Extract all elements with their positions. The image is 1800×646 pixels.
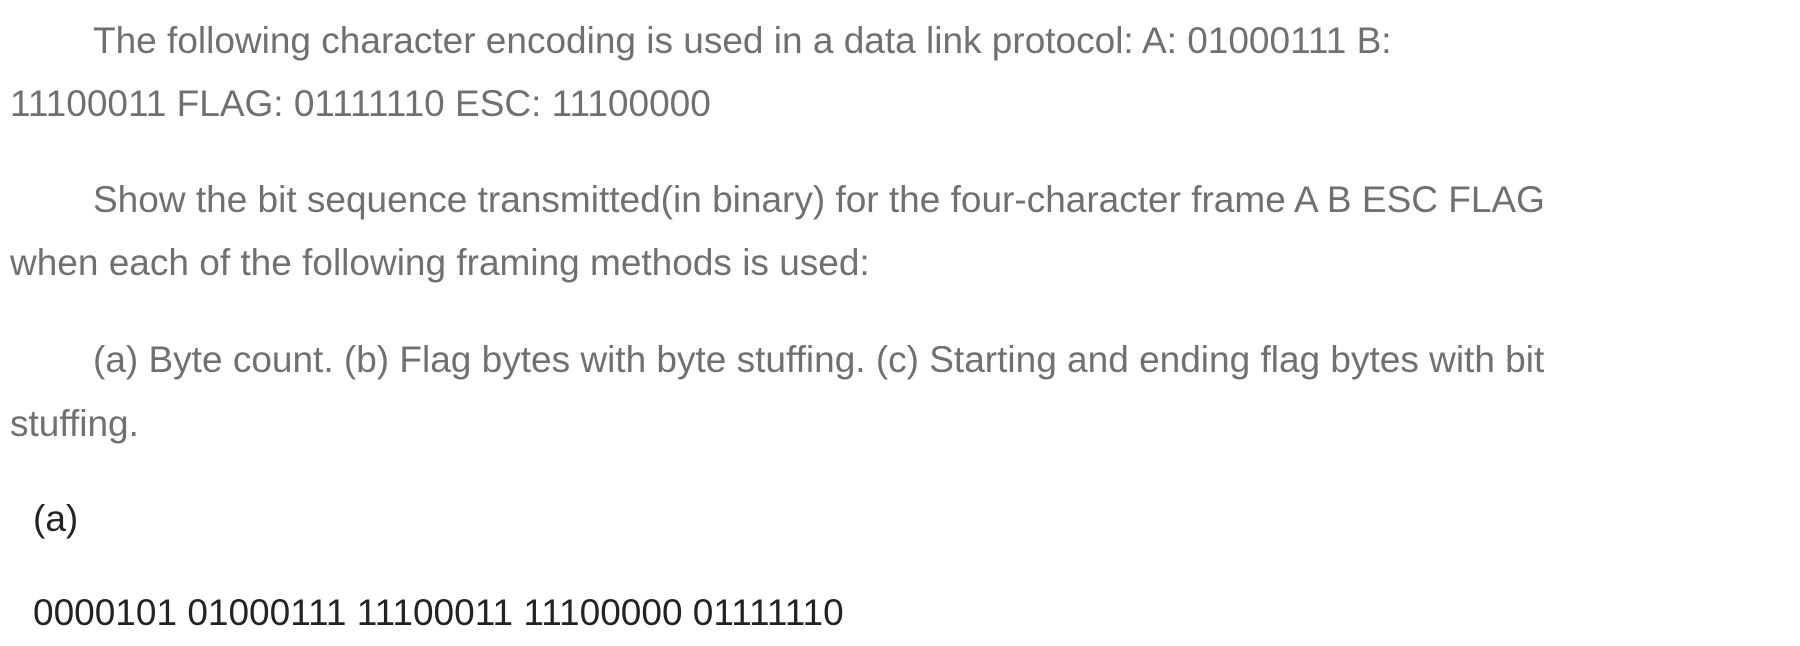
question-line: stuffing.: [10, 403, 139, 444]
answer-bit-sequence: 0000101 01000111 11100011 11100000 01111…: [33, 592, 844, 633]
question-line: when each of the following framing metho…: [10, 242, 870, 283]
answer-label: (a): [33, 498, 79, 539]
question-line: (a) Byte count. (b) Flag bytes with byte…: [93, 339, 1545, 380]
question-line: 11100011 FLAG: 01111110 ESC: 11100000: [10, 83, 711, 124]
question-line: Show the bit sequence transmitted(in bin…: [93, 179, 1545, 220]
question-line: The following character encoding is used…: [93, 20, 1392, 61]
